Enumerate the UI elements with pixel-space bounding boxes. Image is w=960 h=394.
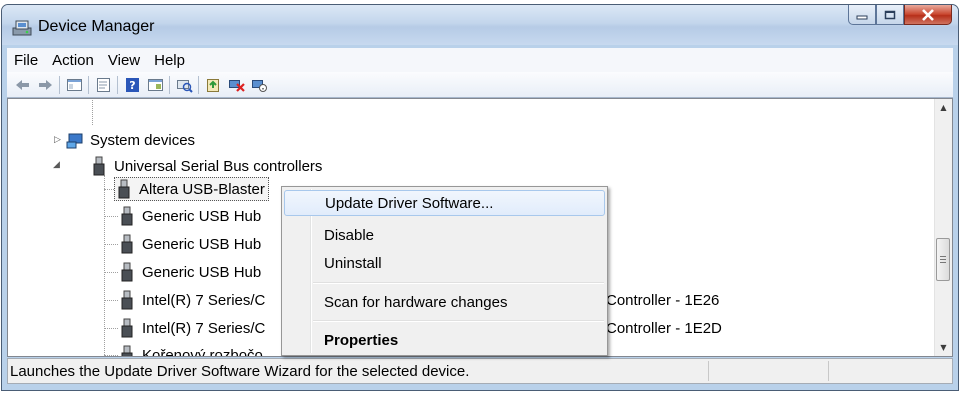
tree-guide-line	[92, 99, 93, 125]
context-item-label: Properties	[324, 331, 399, 349]
menu-bar: File Action View Help	[7, 48, 953, 72]
tree-node-label: Intel(R) 7 Series/C	[142, 291, 266, 309]
usb-device-icon	[118, 206, 136, 226]
close-button[interactable]	[904, 5, 952, 25]
tree-guide-line	[104, 328, 118, 329]
disable-device-icon[interactable]	[249, 76, 269, 94]
context-item-update-driver[interactable]: Update Driver Software...	[284, 190, 605, 216]
tree-node-label: Generic USB Hub	[142, 207, 262, 225]
context-item-scan-hardware[interactable]: Scan for hardware changes	[284, 289, 605, 315]
tree-node-generic-usb-hub[interactable]: Generic USB Hub	[118, 232, 261, 256]
status-divider	[708, 361, 709, 381]
menu-help[interactable]: Help	[147, 52, 192, 69]
tree-guide-line	[104, 272, 118, 273]
vertical-scrollbar[interactable]: ▲ ▼	[934, 99, 952, 356]
caption-buttons	[848, 5, 952, 26]
forward-arrow-icon[interactable]	[35, 76, 55, 94]
update-driver-icon[interactable]	[203, 76, 223, 94]
tree-node-label: Kořenový rozbočo	[142, 346, 263, 357]
scrollbar-thumb[interactable]	[936, 238, 950, 281]
context-menu-separator	[313, 320, 604, 322]
status-divider	[828, 361, 829, 381]
tree-node-label: Intel(R) 7 Series/C	[142, 319, 266, 337]
usb-device-icon	[118, 318, 136, 338]
status-bar: Launches the Update Driver Software Wiza…	[7, 358, 953, 384]
tree-guide-line	[104, 216, 118, 217]
back-arrow-icon[interactable]	[12, 76, 32, 94]
device-manager-icon	[11, 17, 33, 37]
context-menu-separator	[313, 282, 604, 284]
context-item-label: Update Driver Software...	[325, 194, 494, 212]
maximize-button[interactable]	[876, 5, 904, 25]
tree-node-altera-usb-blaster[interactable]: Altera USB-Blaster	[114, 177, 269, 201]
tree-node-label: Generic USB Hub	[142, 235, 262, 253]
menu-file[interactable]: File	[7, 52, 45, 69]
tree-node-system-devices[interactable]: System devices	[66, 128, 195, 152]
minimize-icon	[856, 15, 868, 19]
toolbar-separator	[117, 75, 118, 94]
tree-node-root-hub[interactable]: Kořenový rozbočo	[118, 343, 263, 357]
tree-node-generic-usb-hub[interactable]: Generic USB Hub	[118, 260, 261, 284]
system-devices-icon	[66, 130, 84, 150]
toolbar-separator	[59, 75, 60, 94]
tree-node-label: Generic USB Hub	[142, 263, 262, 281]
toolbar-separator	[198, 75, 199, 94]
action-pane-icon[interactable]	[145, 76, 165, 94]
usb-device-icon	[118, 345, 136, 356]
menu-view[interactable]: View	[101, 52, 147, 69]
usb-device-icon	[115, 179, 133, 199]
tree-guide-line	[104, 355, 118, 356]
context-item-label: Scan for hardware changes	[324, 293, 508, 311]
properties-sheet-icon[interactable]	[93, 76, 113, 94]
usb-device-icon	[118, 234, 136, 254]
tree-node-usb-controllers[interactable]: Universal Serial Bus controllers	[90, 154, 322, 178]
context-menu: Update Driver Software... Disable Uninst…	[281, 186, 608, 356]
usb-device-icon	[118, 290, 136, 310]
toolbar: ?	[7, 72, 953, 98]
show-hide-console-tree-icon[interactable]	[64, 76, 84, 94]
usb-controller-icon	[90, 156, 108, 176]
help-icon[interactable]: ?	[122, 76, 142, 94]
tree-guide-line	[104, 175, 105, 356]
context-item-uninstall[interactable]: Uninstall	[284, 250, 605, 276]
context-item-label: Disable	[324, 226, 375, 244]
status-text: Launches the Update Driver Software Wiza…	[10, 362, 470, 380]
tree-node-label: Universal Serial Bus controllers	[114, 157, 323, 175]
tree-guide-line	[104, 300, 118, 301]
tree-node-intel-usb-controller[interactable]: Intel(R) 7 Series/C	[118, 288, 265, 312]
window-title: Device Manager	[38, 18, 155, 35]
context-item-label: Uninstall	[324, 254, 382, 272]
scan-hardware-icon[interactable]	[174, 76, 194, 94]
collapsed-arrow-icon[interactable]: ▷	[54, 134, 61, 145]
context-item-properties[interactable]: Properties	[284, 327, 605, 353]
tree-node-generic-usb-hub[interactable]: Generic USB Hub	[118, 204, 261, 228]
title-bar: Device Manager	[2, 5, 958, 45]
minimize-button[interactable]	[848, 5, 876, 25]
tree-guide-line	[104, 244, 118, 245]
toolbar-separator	[169, 75, 170, 94]
svg-text:?: ?	[129, 79, 135, 92]
scroll-up-arrow-icon[interactable]: ▲	[935, 99, 952, 116]
grip-icon	[940, 256, 946, 263]
scroll-down-arrow-icon[interactable]: ▼	[935, 339, 952, 356]
expanded-arrow-icon[interactable]: ◢	[53, 159, 60, 170]
tree-node-label: Altera USB-Blaster	[139, 180, 265, 198]
tree-node-label-continued: Controller - 1E2D	[606, 316, 722, 340]
maximize-icon	[884, 10, 896, 19]
usb-device-icon	[118, 262, 136, 282]
uninstall-device-icon[interactable]	[226, 76, 246, 94]
tree-node-label: Controller - 1E2D	[606, 319, 722, 337]
menu-action[interactable]: Action	[45, 52, 101, 69]
tree-node-intel-usb-controller[interactable]: Intel(R) 7 Series/C	[118, 316, 265, 340]
toolbar-separator	[88, 75, 89, 94]
tree-node-label-continued: Controller - 1E26	[606, 288, 719, 312]
tree-node-label: System devices	[90, 131, 196, 149]
tree-node-label: Controller - 1E26	[606, 291, 720, 309]
context-item-disable[interactable]: Disable	[284, 222, 605, 248]
close-icon	[922, 8, 934, 21]
